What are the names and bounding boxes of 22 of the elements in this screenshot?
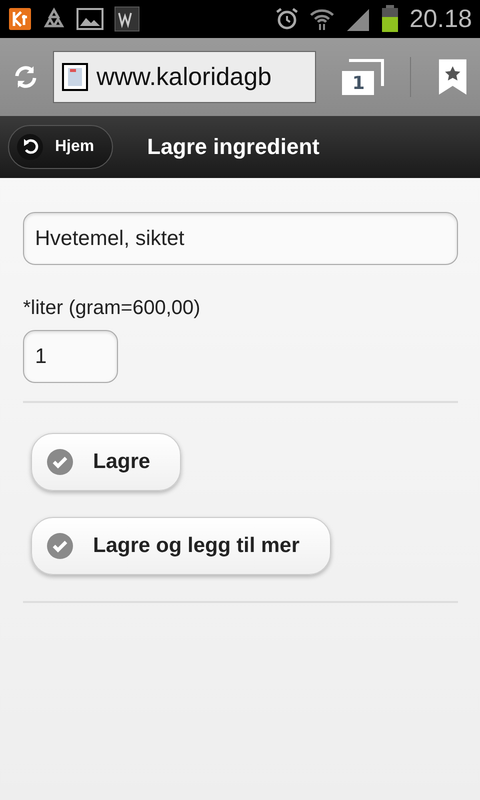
url-text: www.kaloridagb <box>96 62 272 92</box>
page-title: Lagre ingredient <box>147 134 320 160</box>
back-icon <box>17 134 43 160</box>
amount-field[interactable]: 1 <box>23 330 118 383</box>
wifi-icon <box>309 7 336 31</box>
save-button[interactable]: Lagre og legg til mer <box>31 517 331 575</box>
address-field[interactable]: www.kaloridagb <box>53 51 316 103</box>
amount-label: *liter (gram=600,00) <box>23 297 200 320</box>
check-icon <box>47 449 73 475</box>
check-icon <box>47 533 73 559</box>
app-icon <box>114 6 140 32</box>
save-button[interactable]: Lagre <box>31 433 182 491</box>
bookmark-icon[interactable] <box>436 57 468 97</box>
battery-icon <box>381 5 400 33</box>
ingredient-name-field[interactable]: Hvetemel, siktet <box>23 212 458 265</box>
app-icon <box>8 7 32 31</box>
signal-icon <box>345 7 372 31</box>
page-icon <box>62 63 88 91</box>
clock: 20.18 <box>409 4 472 34</box>
image-icon <box>76 7 104 31</box>
home-button[interactable]: Hjem <box>8 125 114 169</box>
alarm-icon <box>275 7 300 31</box>
